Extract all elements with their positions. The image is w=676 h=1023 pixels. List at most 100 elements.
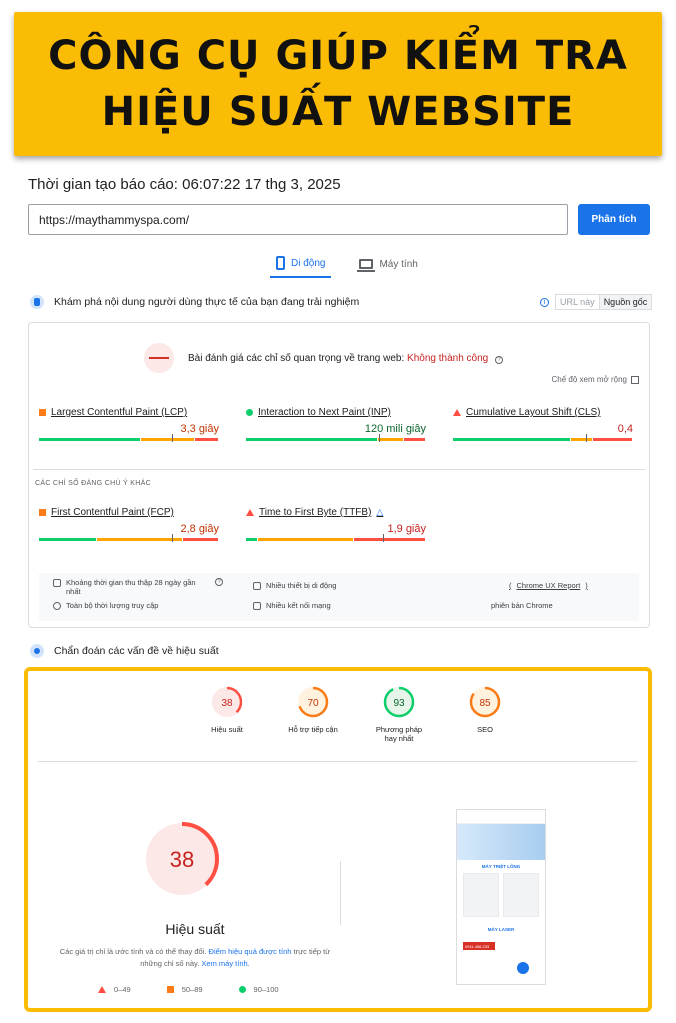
- p75-marker: [379, 434, 381, 442]
- bar-segment-poor: [182, 538, 218, 541]
- info-network-text: Nhiều kết nối mạng: [266, 601, 331, 610]
- metric-inp-label[interactable]: Interaction to Next Paint (INP): [258, 407, 391, 418]
- gauge-accessibility[interactable]: 70 Hỗ trợ tiếp cận: [284, 685, 342, 743]
- gauge-seo[interactable]: 85 SEO: [456, 685, 514, 743]
- metric-lcp-bar: [39, 434, 219, 442]
- users-icon: [30, 295, 44, 309]
- info-icon[interactable]: i: [540, 297, 549, 307]
- thumb-section-2: MÁY LASER: [487, 927, 515, 932]
- gauge-performance-label: Hiệu suất: [211, 725, 243, 734]
- metric-fcp-label[interactable]: First Contentful Paint (FCP): [51, 507, 174, 518]
- bar-segment-poor: [403, 438, 425, 441]
- info-devices-text: Nhiều thiết bị di động: [266, 581, 337, 590]
- page-screenshot-thumbnail: MÁY TRIỆT LÔNG MÁY LASER 0911.456.233: [456, 809, 546, 985]
- info-chrome-text: phiên bản Chrome: [491, 601, 553, 610]
- metric-lcp-label[interactable]: Largest Contentful Paint (LCP): [51, 407, 187, 418]
- bar-segment-good: [453, 438, 570, 441]
- needs-improvement-icon: [39, 509, 46, 516]
- thumb-phone: 0911.456.233: [463, 942, 495, 950]
- banner-line-2: HIỆU SUẤT WEBSITE: [101, 89, 575, 135]
- diagnostics-card: 38 Hiệu suất 70 Hỗ trợ tiếp cận 93 Phươn…: [24, 667, 652, 1012]
- thumb-products: [457, 873, 545, 917]
- main-score-value: 38: [170, 847, 194, 872]
- metric-cls-value: 0,4: [617, 423, 633, 435]
- thumb-header: [457, 810, 545, 824]
- p75-marker: [586, 434, 588, 442]
- thumb-heading: MÁY TRIỆT LÔNG: [481, 864, 521, 869]
- assessment: Bài đánh giá các chỉ số quan trọng về tr…: [144, 343, 503, 373]
- svg-text:85: 85: [479, 698, 491, 709]
- help-icon[interactable]: ?: [495, 355, 503, 364]
- gauge-divider: [38, 761, 638, 762]
- metric-cls-bar: [453, 434, 633, 442]
- metric-cls: Cumulative Layout Shift (CLS) 0,4: [453, 407, 633, 442]
- expand-view-label: Chế độ xem mở rộng: [551, 375, 628, 384]
- source-toggle: i URL này Nguồn gốc: [540, 294, 653, 310]
- metric-inp-bar: [246, 434, 426, 442]
- metric-fcp: First Contentful Paint (FCP) 2,8 giây: [39, 507, 219, 542]
- note-text-1: Các giá trị chỉ là ước tính và có thể th…: [59, 947, 207, 956]
- tab-mobile[interactable]: Di động: [270, 250, 332, 278]
- other-metrics-title: CÁC CHỈ SỐ ĐÁNG CHÚ Ý KHÁC: [35, 480, 151, 487]
- info-duration: Toàn bộ thời lượng truy cập: [53, 601, 158, 610]
- metric-lcp: Largest Contentful Paint (LCP) 3,3 giây: [39, 407, 219, 442]
- gauge-performance[interactable]: 38 Hiệu suất: [198, 685, 256, 743]
- gauge-best-practices-label: Phương pháp hay nhất: [375, 725, 423, 743]
- bar-segment-ni: [377, 438, 403, 441]
- diagnostics-title: Chẩn đoán các vấn đề về hiệu suất: [30, 644, 219, 658]
- poor-icon: [98, 986, 106, 993]
- expand-view-toggle[interactable]: Chế độ xem mở rộng: [551, 375, 639, 384]
- needs-improvement-icon: [39, 409, 46, 416]
- info-chrome: phiên bản Chrome: [491, 601, 553, 610]
- url-input[interactable]: [28, 204, 568, 235]
- source-tab-url[interactable]: URL này: [556, 295, 599, 309]
- phone-icon: [276, 256, 285, 270]
- p75-marker: [172, 534, 174, 542]
- metric-lcp-value: 3,3 giây: [180, 423, 219, 435]
- bar-segment-ni: [257, 538, 354, 541]
- help-icon[interactable]: ?: [215, 578, 223, 586]
- svg-text:38: 38: [221, 698, 233, 709]
- tab-desktop[interactable]: Máy tính: [353, 250, 423, 278]
- bar-segment-poor: [354, 538, 426, 541]
- report-time: Thời gian tạo báo cáo: 06:07:22 17 thg 3…: [28, 176, 341, 193]
- good-icon: [238, 986, 246, 993]
- bar-segment-good: [39, 538, 96, 541]
- expand-view-checkbox[interactable]: [631, 375, 639, 384]
- gauge-best-practices-ring: 93: [383, 686, 415, 718]
- performance-note: Các giá trị chỉ là ước tính và có thể th…: [50, 946, 340, 970]
- p75-marker: [172, 434, 174, 442]
- svg-text:93: 93: [393, 698, 405, 709]
- legend-good: 90–100: [253, 985, 279, 994]
- gauge-best-practices[interactable]: 93 Phương pháp hay nhất: [370, 685, 428, 743]
- data-source-info: Khoảng thời gian thu thập 28 ngày gần nh…: [39, 573, 639, 621]
- poor-icon: [246, 509, 254, 516]
- bar-segment-ni: [140, 438, 194, 441]
- source-tab-origin[interactable]: Nguồn gốc: [598, 295, 652, 309]
- section-divider: [33, 469, 645, 470]
- bar-segment-good: [246, 538, 257, 541]
- metric-cls-label[interactable]: Cumulative Layout Shift (CLS): [466, 407, 601, 418]
- thumb-hero: [457, 824, 545, 860]
- bar-segment-poor: [195, 438, 218, 441]
- field-section-title-text: Khám phá nội dung người dùng thực tế của…: [54, 296, 360, 308]
- vertical-separator: [340, 861, 341, 925]
- info-report-text: Chrome UX Report: [516, 581, 581, 590]
- metric-inp-value: 120 mili giây: [364, 423, 426, 435]
- info-report[interactable]: (Chrome UX Report): [509, 581, 588, 590]
- analyze-button[interactable]: Phân tích: [578, 204, 650, 235]
- metric-ttfb-label[interactable]: Time to First Byte (TTFB): [259, 507, 371, 518]
- wifi-icon: [253, 602, 261, 610]
- calculator-link[interactable]: Xem máy tính.: [201, 959, 249, 968]
- title-banner: CÔNG CỤ GIÚP KIỂM TRA HIỆU SUẤT WEBSITE: [14, 12, 662, 156]
- metric-fcp-bar: [39, 534, 219, 542]
- metric-inp: Interaction to Next Paint (INP) 120 mili…: [246, 407, 426, 442]
- average-icon: [166, 986, 174, 993]
- score-calc-link[interactable]: Điểm hiệu quả được tính: [209, 947, 292, 956]
- gauge-accessibility-label: Hỗ trợ tiếp cận: [288, 725, 338, 734]
- device-tabs: Di động Máy tính: [270, 250, 424, 280]
- diagnostics-title-text: Chẩn đoán các vấn đề về hiệu suất: [54, 645, 219, 657]
- devices-icon: [253, 582, 261, 590]
- calendar-icon: [53, 579, 61, 587]
- bar-segment-good: [246, 438, 377, 441]
